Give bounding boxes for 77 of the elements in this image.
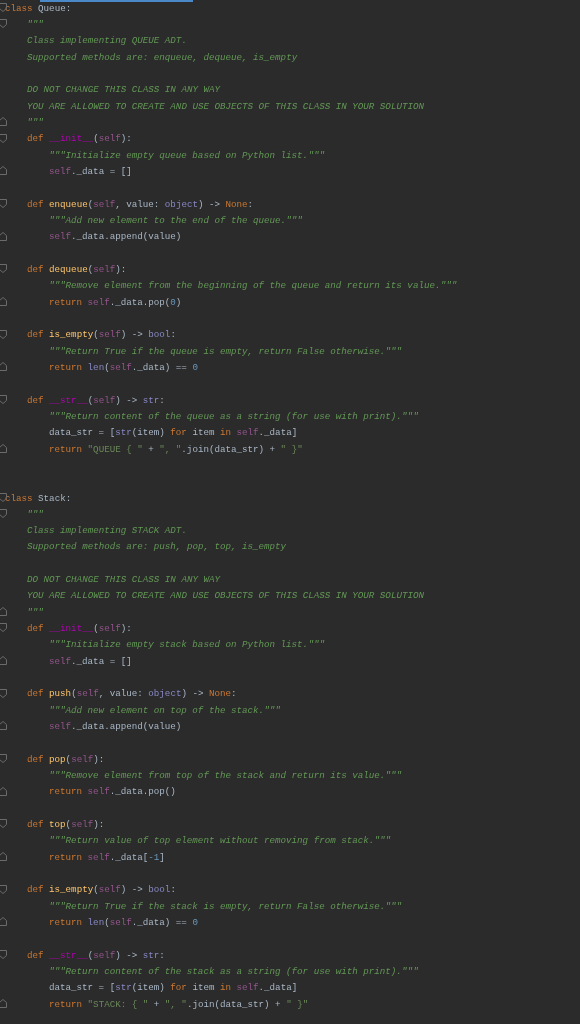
code-line: Supported methods are: push, pop, top, is_empty [27, 540, 287, 554]
fold-icon[interactable] [0, 3, 7, 12]
code-line: YOU ARE ALLOWED TO CREATE AND USE OBJECTS OF THIS CLASS IN YOUR SOLUTION [27, 99, 424, 113]
fold-icon[interactable] [0, 133, 7, 143]
code-line: self._data.append(value) [49, 230, 182, 244]
fold-icon[interactable] [0, 362, 7, 372]
fold-icon[interactable] [0, 721, 7, 731]
code-line: return self._data.pop(0) [49, 295, 182, 309]
code-line: return self._data.pop() [49, 785, 176, 799]
code-line: """Return True if the queue is empty, return False otherwise.""" [49, 344, 402, 358]
fold-icon[interactable] [0, 999, 7, 1008]
code-line: """ [27, 605, 44, 619]
fold-icon[interactable] [0, 852, 7, 862]
fold-icon[interactable] [0, 950, 7, 960]
code-line: """Add new element to the end of the queue.""" [49, 213, 303, 227]
code-line: """Remove element from the beginning of the queue and return its value.""" [49, 279, 457, 293]
fold-icon[interactable] [0, 329, 7, 339]
fold-icon[interactable] [0, 198, 7, 208]
code-line: YOU ARE ALLOWED TO CREATE AND USE OBJECTS OF THIS CLASS IN YOUR SOLUTION [27, 589, 424, 603]
code-line: def __init__(self): [27, 132, 132, 146]
code-line: """Return value of top element without removing from stack.""" [49, 834, 391, 848]
code-line: return "STACK: { " + ", ".join(data_str) + " }" [49, 997, 309, 1011]
fold-icon[interactable] [0, 623, 7, 633]
code-line: class Stack: [5, 491, 72, 505]
fold-icon[interactable] [0, 19, 7, 29]
code-line: def __init__(self): [27, 622, 132, 636]
fold-icon[interactable] [0, 492, 7, 502]
code-line: return "QUEUE { " + ", ".join(data_str) + " }" [49, 442, 303, 456]
fold-icon[interactable] [0, 656, 7, 666]
fold-icon[interactable] [0, 917, 7, 927]
code-line: self._data.append(value) [49, 720, 182, 734]
fold-icon[interactable] [0, 607, 7, 617]
fold-icon[interactable] [0, 296, 7, 306]
fold-icon[interactable] [0, 394, 7, 404]
code-line: def __str__(self) -> str: [27, 393, 165, 407]
fold-icon[interactable] [0, 117, 7, 127]
code-line: def pop(self): [27, 752, 105, 766]
code-line: return self._data[-1] [49, 850, 165, 864]
code-line: """ [27, 507, 44, 521]
code-line: def top(self): [27, 818, 105, 832]
code-line: """Add new element on top of the stack.""" [49, 703, 281, 717]
fold-icon[interactable] [0, 884, 7, 894]
code-line: self._data = [] [49, 654, 132, 668]
code-line: """Initialize empty queue based on Python list.""" [49, 148, 325, 162]
fold-icon[interactable] [0, 786, 7, 796]
code-line: """Return content of the stack as a string (for use with print).""" [49, 965, 419, 978]
code-line: def is_empty(self) -> bool: [27, 328, 176, 342]
code-line: def push(self, value: object) -> None: [27, 687, 237, 701]
code-line: """ [27, 18, 44, 31]
fold-icon[interactable] [0, 166, 7, 176]
fold-icon[interactable] [0, 443, 7, 453]
code-line: class Queue: [5, 1, 72, 15]
code-line: """Return True if the stack is empty, return False otherwise.""" [49, 899, 402, 913]
code-line: """Return content of the queue as a string (for use with print).""" [49, 409, 419, 423]
code-line: """Remove element from top of the stack and return its value.""" [49, 769, 402, 783]
code-line: Class implementing STACK ADT. [27, 524, 187, 538]
code-line: data_str = [str(item) for item in self._data] [49, 426, 298, 440]
fold-icon[interactable] [0, 688, 7, 698]
code-line: def dequeue(self): [27, 262, 127, 276]
code-line: def __str__(self) -> str: [27, 948, 165, 962]
code-line: return len(self._data) == 0 [49, 916, 198, 930]
code-line: return len(self._data) == 0 [49, 360, 198, 374]
code-line: """Initialize empty stack based on Python list.""" [49, 638, 325, 652]
code-line: DO NOT CHANGE THIS CLASS IN ANY WAY [27, 83, 220, 97]
fold-icon[interactable] [0, 754, 7, 764]
code-line: def is_empty(self) -> bool: [27, 883, 176, 897]
code-line: self._data = [] [49, 164, 132, 178]
fold-icon[interactable] [0, 231, 7, 241]
code-line: Class implementing QUEUE ADT. [27, 34, 187, 48]
code-line: DO NOT CHANGE THIS CLASS IN ANY WAY [27, 573, 220, 587]
code-line: def enqueue(self, value: object) -> None: [27, 197, 254, 211]
fold-icon[interactable] [0, 509, 7, 519]
code-line: """ [27, 115, 44, 129]
fold-icon[interactable] [0, 264, 7, 274]
fold-icon[interactable] [0, 819, 7, 829]
code-line: data_str = [str(item) for item in self._data] [49, 981, 298, 995]
code-line: Supported methods are: enqueue, dequeue, is_empty [27, 50, 298, 64]
